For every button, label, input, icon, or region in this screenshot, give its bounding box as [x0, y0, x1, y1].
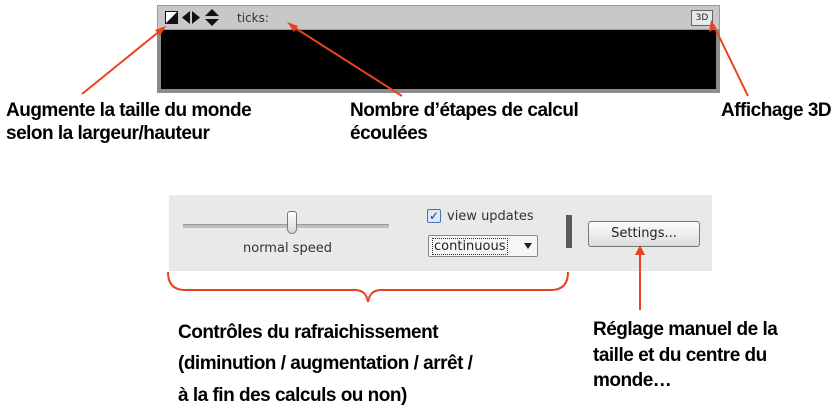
annotation-resize: Augmente la taille du monde selon la lar… [6, 100, 252, 144]
annotation-settings: Réglage manuel de la taille et du centre… [593, 319, 778, 392]
annotation-ticks: Nombre d’étapes de calcul écoulées [350, 100, 579, 144]
annotation-speed-controls: Contrôles du rafraichissement (diminutio… [178, 322, 473, 406]
annotation-3d: Affichage 3D [721, 100, 832, 121]
